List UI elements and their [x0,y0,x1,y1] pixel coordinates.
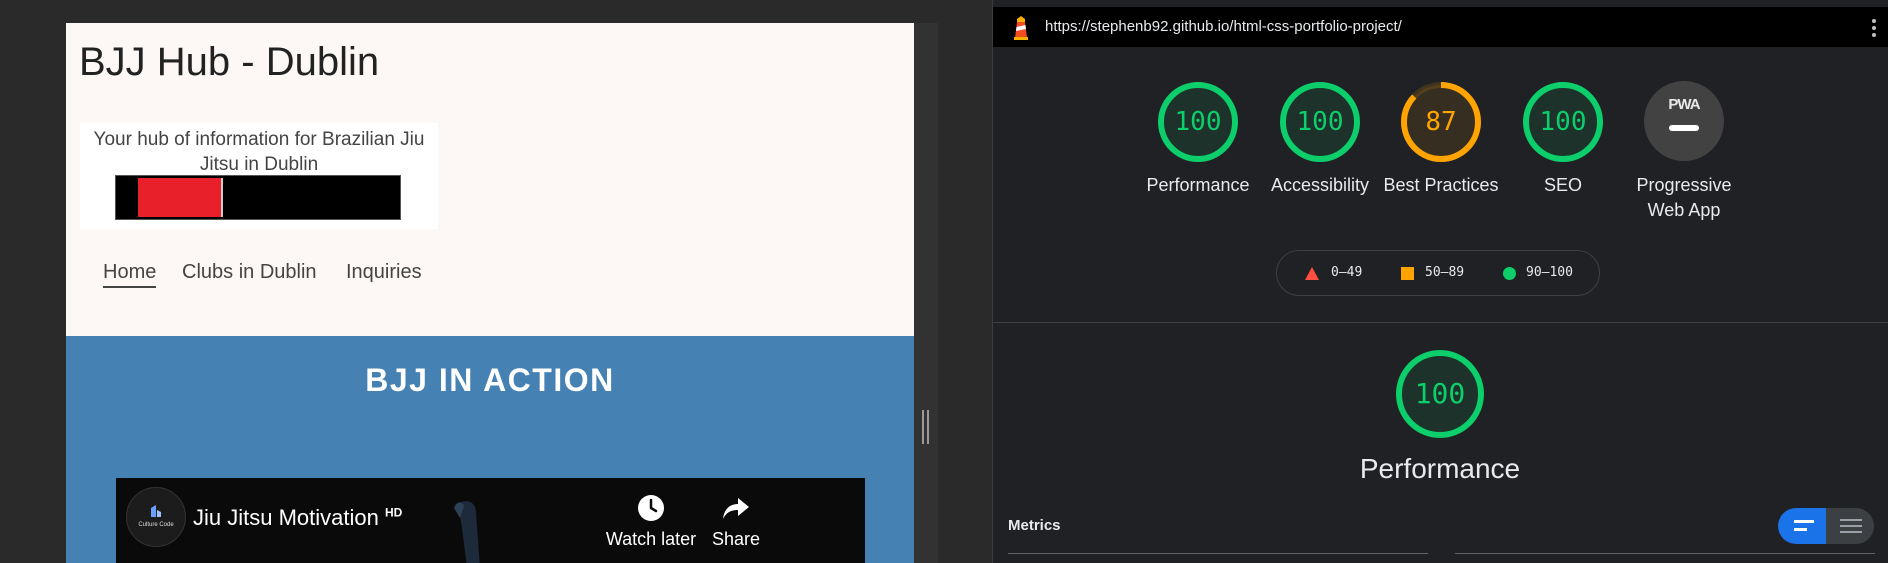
share-label: Share [711,529,761,549]
score-legend: 0–49 50–89 90–100 [1276,250,1600,296]
performance-heading: Performance [1359,453,1521,484]
average-square-icon [1401,267,1414,280]
channel-avatar[interactable]: Culture Code [126,487,186,547]
video-title-text: Jiu Jitsu Motivation [193,505,379,530]
pwa-badge-icon: PWA [1668,96,1700,113]
pass-circle-icon [1503,267,1516,280]
share-arrow-icon [723,498,749,519]
score: 87 [1425,107,1457,137]
gauge-accessibility[interactable]: 100 [1278,80,1362,164]
metric-row-divider [1008,553,1428,554]
legend-fail: 0–49 [1331,265,1363,280]
video-thumbnail-figure [454,501,480,563]
pwa-dash [1669,125,1699,131]
youtube-embed[interactable]: Culture Code Jiu Jitsu Motivation HD Wat… [116,478,865,563]
video-title[interactable]: Jiu Jitsu Motivation HD [193,505,402,531]
site-logo[interactable]: Your hub of information for Brazilian Ji… [80,123,438,229]
hd-badge: HD [384,505,403,520]
clock-icon [638,495,664,521]
gauge-label-best-practices: Best Practices [1383,175,1499,195]
gauge-best-practices[interactable]: 87 [1399,80,1483,164]
lighthouse-report: https://stephenb92.github.io/html-css-po… [992,0,1888,563]
watch-later-label: Watch later [605,529,697,549]
lighthouse-logo-icon [1014,16,1028,40]
gauge-label-performance: Performance [1146,175,1250,195]
belt-rank-bar [138,178,223,217]
view-expanded-button[interactable] [1826,508,1874,544]
devtools-split-area [914,23,938,563]
metric-row-divider [1455,553,1875,554]
gauge-performance[interactable]: 100 [1156,80,1240,164]
gauge-label-accessibility: Accessibility [1270,175,1370,195]
more-options-icon[interactable] [1871,18,1877,38]
nav-clubs-in-dublin[interactable]: Clubs in Dublin [182,261,317,284]
section-title: BJJ IN ACTION [365,362,615,398]
performance-summary-gauge: 100 [1394,348,1486,440]
tagline: Your hub of information for Brazilian Ji… [93,129,425,175]
share-button[interactable]: Share [686,493,786,550]
resize-grip-icon[interactable] [922,410,930,444]
bjj-in-action-section: BJJ IN ACTION Culture Code Jiu Jitsu Mot… [66,336,914,563]
gauge-pwa[interactable]: PWA [1644,81,1724,161]
view-compact-button[interactable] [1778,508,1826,544]
report-url[interactable]: https://stephenb92.github.io/html-css-po… [1045,18,1402,35]
site-viewport: BJJ Hub - Dublin Your hub of information… [66,23,914,563]
channel-logo-icon [151,505,161,517]
metrics-view-toggle[interactable] [1778,508,1874,544]
black-belt-graphic [115,175,401,220]
score: 100 [1174,107,1222,137]
report-url-bar: https://stephenb92.github.io/html-css-po… [993,7,1888,47]
gauge-label-pwa: Progressive Web App [1636,175,1732,220]
expanded-list-icon [1840,519,1862,533]
nav-inquiries[interactable]: Inquiries [346,261,422,284]
site-title: BJJ Hub - Dublin [79,40,380,84]
legend-pass: 90–100 [1526,265,1573,280]
compact-list-icon [1794,520,1814,531]
score: 100 [1296,107,1344,137]
fail-triangle-icon [1305,267,1319,280]
nav-home[interactable]: Home [103,261,157,288]
legend-average: 50–89 [1425,265,1465,280]
score: 100 [1414,377,1466,410]
gauge-seo[interactable]: 100 [1521,80,1605,164]
channel-name: Culture Code [138,522,174,528]
section-divider [993,322,1888,323]
gauge-label-seo: SEO [1543,175,1582,195]
metrics-heading: Metrics [1008,517,1061,534]
score: 100 [1539,107,1587,137]
